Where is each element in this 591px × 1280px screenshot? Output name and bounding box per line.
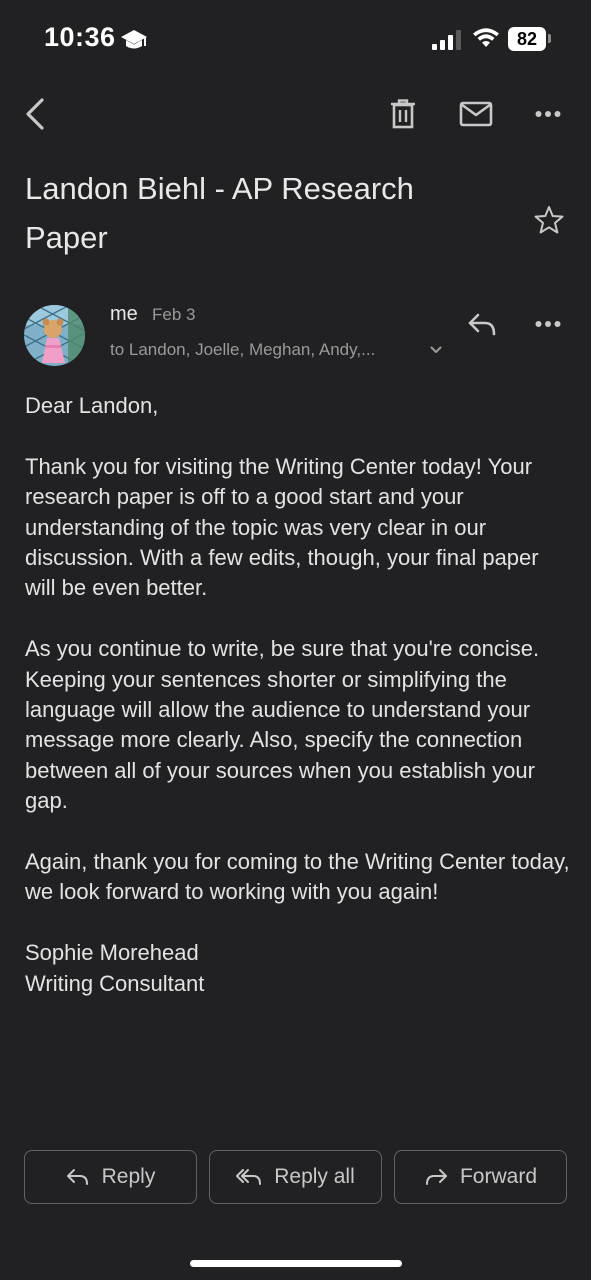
quick-reply-button[interactable] [464,306,500,342]
reply-icon [66,1169,88,1185]
cellular-signal-icon [432,30,461,50]
home-indicator[interactable] [190,1260,402,1267]
body-paragraph: As you continue to write, be sure that y… [25,636,540,814]
graduation-cap-icon [121,30,147,49]
expand-recipients-button[interactable] [426,340,446,360]
email-date: Feb 3 [152,305,196,324]
trash-icon [391,99,415,129]
mail-icon [459,101,493,127]
battery-indicator: 82 [508,27,546,51]
mark-unread-button[interactable] [456,92,496,136]
delete-button[interactable] [384,92,422,136]
avatar[interactable] [24,305,85,366]
chevron-down-icon [430,346,442,353]
reply-label: Reply [101,1165,156,1188]
email-body: Dear Landon, Thank you for visiting the … [25,391,570,999]
status-time: 10:36 [44,22,116,52]
more-options-button[interactable] [528,92,568,136]
reply-all-icon [236,1169,262,1185]
reply-all-button[interactable]: Reply all [209,1150,382,1204]
signature-title: Writing Consultant [25,970,205,996]
status-bar: 10:36 82 [0,0,591,80]
star-icon [534,206,564,234]
reply-icon [468,313,496,336]
back-button[interactable] [18,92,52,136]
chevron-left-icon [26,98,44,130]
star-button[interactable] [529,200,569,240]
more-horizontal-icon [535,111,561,117]
avatar-image [24,305,85,366]
wifi-icon [473,28,499,47]
reply-button[interactable]: Reply [24,1150,197,1204]
reply-all-label: Reply all [274,1165,355,1188]
forward-icon [425,1169,447,1185]
body-paragraph: Thank you for visiting the Writing Cente… [25,453,539,601]
recipients-summary[interactable]: to Landon, Joelle, Meghan, Andy,... [110,340,375,360]
more-horizontal-icon [535,321,561,327]
signature-name: Sophie Morehead [25,940,199,966]
body-paragraph: Again, thank you for coming to the Writi… [25,849,570,905]
email-subject: Landon Biehl - AP Research Paper [25,171,414,255]
message-more-button[interactable] [528,306,568,342]
forward-button[interactable]: Forward [394,1150,567,1204]
forward-label: Forward [459,1165,538,1188]
body-paragraph: Dear Landon, [25,393,159,418]
sender-name: me [110,303,138,325]
battery-nub [548,34,551,43]
